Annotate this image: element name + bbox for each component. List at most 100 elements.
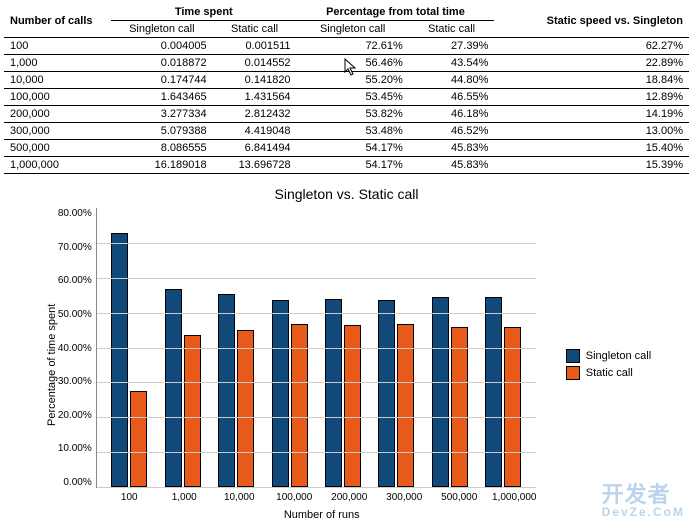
chart-title: Singleton vs. Static call [275, 186, 419, 202]
table-row: 500,0008.0865556.84149454.17%45.83%15.40… [4, 140, 689, 157]
cell-static-pct: 45.83% [409, 140, 495, 157]
y-axis: 80.00%70.00%60.00%50.00%40.00%30.00%20.0… [58, 208, 96, 488]
cell-singleton-time: 1.643465 [111, 89, 213, 106]
cell-static-time: 0.001511 [213, 38, 297, 55]
subheader-singleton-pct: Singleton call [297, 21, 409, 38]
cell-calls: 10,000 [4, 72, 111, 89]
bar-static [291, 324, 308, 487]
bar-group [378, 300, 414, 487]
cell-static-pct: 27.39% [409, 38, 495, 55]
bar-singleton [272, 300, 289, 487]
y-tick: 70.00% [58, 242, 92, 253]
legend: Singleton call Static call [566, 346, 651, 383]
cell-calls: 100,000 [4, 89, 111, 106]
cell-static-pct: 46.52% [409, 123, 495, 140]
cell-static-time: 1.431564 [213, 89, 297, 106]
benchmark-table: Number of calls Time spent Percentage fr… [4, 4, 689, 174]
bar-singleton [378, 300, 395, 487]
cell-speed: 15.39% [494, 157, 689, 174]
table-row: 10,0000.1747440.14182055.20%44.80%18.84% [4, 72, 689, 89]
legend-swatch-static [566, 366, 580, 380]
legend-swatch-singleton [566, 349, 580, 363]
x-axis: 1001,00010,000100,000200,000300,000500,0… [96, 492, 548, 503]
x-tick: 10,000 [214, 492, 264, 503]
gridline [97, 382, 536, 383]
x-axis-label: Number of runs [96, 509, 548, 521]
cell-speed: 15.40% [494, 140, 689, 157]
cell-singleton-pct: 72.61% [297, 38, 409, 55]
bar-static [237, 330, 254, 487]
bar-static [504, 327, 521, 487]
bar-static [397, 324, 414, 487]
y-tick: 40.00% [58, 343, 92, 354]
cell-singleton-pct: 54.17% [297, 140, 409, 157]
cell-singleton-time: 8.086555 [111, 140, 213, 157]
cell-singleton-pct: 53.48% [297, 123, 409, 140]
x-tick: 300,000 [379, 492, 429, 503]
x-tick: 1,000 [159, 492, 209, 503]
cell-static-pct: 44.80% [409, 72, 495, 89]
chart-container: Singleton vs. Static call Percentage of … [4, 186, 689, 521]
gridline [97, 487, 536, 488]
cell-static-pct: 43.54% [409, 55, 495, 72]
cell-static-pct: 46.55% [409, 89, 495, 106]
x-tick: 100,000 [269, 492, 319, 503]
bar-singleton [485, 297, 502, 487]
bar-group [325, 299, 361, 487]
y-tick: 80.00% [58, 208, 92, 219]
cell-singleton-pct: 55.20% [297, 72, 409, 89]
bar-static [184, 335, 201, 487]
cell-static-pct: 46.18% [409, 106, 495, 123]
cell-static-time: 6.841494 [213, 140, 297, 157]
gridline [97, 452, 536, 453]
cell-static-pct: 45.83% [409, 157, 495, 174]
bar-group [432, 297, 468, 487]
header-calls: Number of calls [4, 4, 111, 38]
cell-calls: 300,000 [4, 123, 111, 140]
cell-calls: 1,000,000 [4, 157, 111, 174]
legend-label-static: Static call [586, 367, 633, 379]
cell-singleton-time: 16.189018 [111, 157, 213, 174]
gridline [97, 313, 536, 314]
header-speed: Static speed vs. Singleton [494, 4, 689, 38]
cell-singleton-time: 0.174744 [111, 72, 213, 89]
bar-static [344, 325, 361, 487]
table-row: 1,000,00016.18901813.69672854.17%45.83%1… [4, 157, 689, 174]
table-row: 300,0005.0793884.41904853.48%46.52%13.00… [4, 123, 689, 140]
y-tick: 0.00% [58, 477, 92, 488]
cell-speed: 22.89% [494, 55, 689, 72]
x-tick: 200,000 [324, 492, 374, 503]
cell-speed: 12.89% [494, 89, 689, 106]
x-tick: 1,000,000 [489, 492, 539, 503]
cell-singleton-pct: 53.45% [297, 89, 409, 106]
bar-static [130, 391, 147, 487]
cell-singleton-time: 0.018872 [111, 55, 213, 72]
y-tick: 60.00% [58, 275, 92, 286]
cell-static-time: 2.812432 [213, 106, 297, 123]
cell-singleton-pct: 54.17% [297, 157, 409, 174]
bar-singleton [432, 297, 449, 487]
y-tick: 20.00% [58, 410, 92, 421]
cell-speed: 14.19% [494, 106, 689, 123]
gridline [97, 243, 536, 244]
bar-group [165, 289, 201, 487]
bar-static [451, 327, 468, 487]
table-row: 100,0001.6434651.43156453.45%46.55%12.89… [4, 89, 689, 106]
bar-group [272, 300, 308, 487]
cell-singleton-pct: 56.46% [297, 55, 409, 72]
cell-calls: 100 [4, 38, 111, 55]
table-row: 1,0000.0188720.01455256.46%43.54%22.89% [4, 55, 689, 72]
cell-calls: 500,000 [4, 140, 111, 157]
subheader-static-pct: Static call [409, 21, 495, 38]
bar-singleton [111, 233, 128, 487]
legend-item-singleton: Singleton call [566, 349, 651, 363]
y-tick: 10.00% [58, 443, 92, 454]
subheader-singleton-time: Singleton call [111, 21, 213, 38]
cell-singleton-pct: 53.82% [297, 106, 409, 123]
subheader-static-time: Static call [213, 21, 297, 38]
header-pct-total: Percentage from total time [297, 4, 495, 21]
y-axis-label: Percentage of time spent [42, 208, 58, 521]
cell-speed: 62.27% [494, 38, 689, 55]
gridline [97, 417, 536, 418]
cell-singleton-time: 5.079388 [111, 123, 213, 140]
